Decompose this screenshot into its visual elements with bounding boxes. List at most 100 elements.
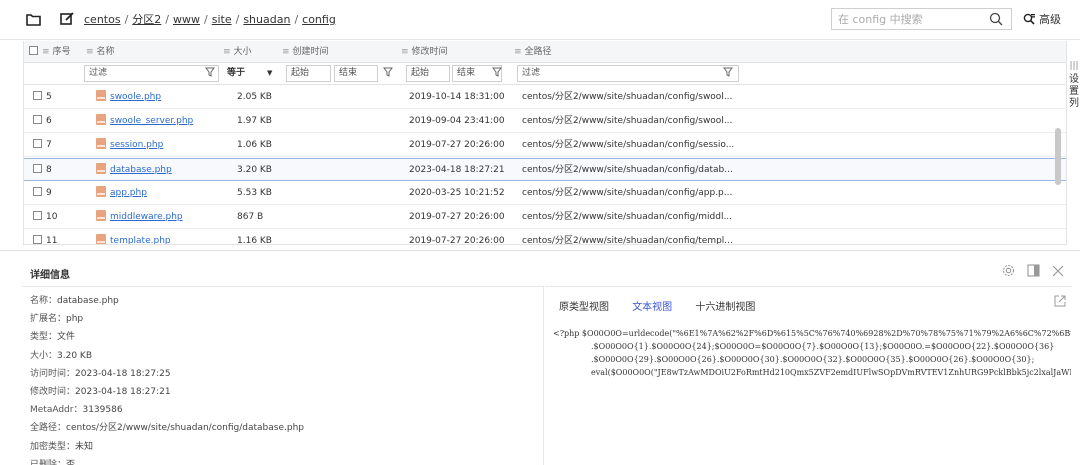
close-icon[interactable] <box>1052 265 1064 277</box>
breadcrumb-item[interactable]: 分区2 <box>132 13 161 26</box>
row-index: 8 <box>33 159 52 182</box>
php-file-icon <box>96 163 106 174</box>
row-checkbox[interactable] <box>33 211 42 220</box>
property-key: 扩展名： <box>30 314 67 325</box>
created-end-input[interactable]: 结束 <box>334 65 378 82</box>
breadcrumb-item[interactable]: www <box>173 13 200 26</box>
php-file-icon <box>96 90 106 101</box>
size-operator-select[interactable]: 等于 ▼ <box>222 65 279 82</box>
created-start-input[interactable]: 起始 <box>286 65 331 82</box>
file-link[interactable]: database.php <box>110 165 172 175</box>
search-input[interactable] <box>832 9 982 29</box>
table-row[interactable]: 7 session.php 1.06 KB 2019-07-27 20:26:00 ce… <box>24 134 1066 157</box>
detail-header: 详细信息 <box>22 263 1072 283</box>
row-checkbox[interactable] <box>33 235 42 244</box>
filter-icon[interactable] <box>383 67 393 77</box>
table-row[interactable]: 6 swoole_server.php 1.97 KB 2019-09-04 23:4… <box>24 110 1066 133</box>
table-row[interactable]: 11 template.php 1.16 KB 2019-07-27 20:26:00… <box>24 230 1066 245</box>
table-row[interactable]: 9 app.php 5.53 KB 2020-03-25 10:21:52 centos… <box>24 182 1066 205</box>
select-all-checkbox[interactable] <box>29 46 38 55</box>
split-panel-icon[interactable] <box>1027 264 1040 277</box>
file-link[interactable]: app.php <box>110 188 147 198</box>
breadcrumb-item[interactable]: centos <box>84 13 121 26</box>
php-file-icon <box>96 234 106 244</box>
row-checkbox[interactable] <box>33 187 42 196</box>
advanced-search-button[interactable]: 高级 <box>1023 11 1061 27</box>
gear-icon[interactable] <box>1002 264 1015 277</box>
divider <box>0 250 1080 251</box>
row-name: middleware.php <box>96 206 183 229</box>
row-name: session.php <box>96 134 163 157</box>
folder-icon[interactable] <box>26 13 41 26</box>
edit-icon[interactable] <box>60 11 75 26</box>
file-link[interactable]: swoole_server.php <box>110 116 193 126</box>
table-row[interactable]: 5 swoole.php 2.05 KB 2019-10-14 18:31:00 cen… <box>24 86 1066 109</box>
row-checkbox[interactable] <box>33 91 42 100</box>
code-preview: <?php $O00O0O=urldecode("%6E1%7A%62%2F%6… <box>553 327 1071 379</box>
row-checkbox[interactable] <box>33 164 42 173</box>
row-name: swoole.php <box>96 86 161 109</box>
tab-text-view[interactable]: 文本视图 <box>632 302 672 313</box>
tab-hex-view[interactable]: 十六进制视图 <box>695 302 755 313</box>
row-fullpath: centos/分区2/www/site/shuadan/config/swool… <box>522 116 733 126</box>
table-row[interactable]: 8 database.php 3.20 KB 2023-04-18 18:27:21 c… <box>24 158 1066 182</box>
external-open-icon[interactable] <box>1054 295 1066 307</box>
fullpath-filter-input[interactable]: 过滤 <box>517 65 739 82</box>
filter-icon[interactable] <box>723 67 733 77</box>
header-modified[interactable]: ≡ 修改时间 <box>401 41 448 63</box>
row-modified: 2019-07-27 20:26:00 <box>409 236 505 245</box>
toolbar: centos/分区2/www/site/shuadan/config 高级 <box>0 0 1080 40</box>
header-name[interactable]: ≡ 名称 <box>86 41 115 63</box>
code-line: <?php $O00O0O=urldecode("%6E1%7A%62%2F%6… <box>553 329 1071 338</box>
detail-preview: 原类型视图 文本视图 十六进制视图 <?php $O00O0O=urldecod… <box>545 286 1072 465</box>
property-field: 修改时间：2023-04-18 18:27:21 <box>30 384 171 397</box>
file-link[interactable]: swoole.php <box>110 92 161 102</box>
row-size: 867 B <box>237 212 264 222</box>
property-value: 3139586 <box>82 405 123 416</box>
header-size[interactable]: ≡ 大小 <box>223 41 252 63</box>
property-field: 类型：文件 <box>30 329 75 342</box>
header-created[interactable]: ≡ 创建时间 <box>282 41 329 63</box>
row-index: 11 <box>33 230 57 244</box>
file-link[interactable]: middleware.php <box>110 212 183 222</box>
header-index[interactable]: ≡ 序号 <box>29 41 71 63</box>
row-fullpath: centos/分区2/www/site/shuadan/config/middl… <box>522 212 733 222</box>
breadcrumb-item[interactable]: site <box>212 13 232 26</box>
property-key: 修改时间： <box>30 387 76 397</box>
advanced-search-icon <box>1023 13 1035 25</box>
breadcrumb-item[interactable]: shuadan <box>243 13 290 26</box>
vertical-scrollbar[interactable] <box>1055 128 1061 185</box>
file-link[interactable]: template.php <box>110 236 171 244</box>
filter-row: 过滤 等于 ▼ 起始 结束 起始 结束 过滤 <box>24 63 1066 85</box>
row-fullpath: centos/分区2/www/site/shuadan/config/templ… <box>522 236 733 245</box>
column-settings-button[interactable]: ||| 设置列 <box>1068 60 1080 110</box>
filter-icon[interactable] <box>205 67 215 77</box>
name-filter-input[interactable]: 过滤 <box>84 65 219 82</box>
row-modified: 2019-09-04 23:41:00 <box>409 116 505 126</box>
file-link[interactable]: session.php <box>110 140 163 150</box>
view-tabs: 原类型视图 文本视图 十六进制视图 <box>559 298 775 313</box>
property-field: 已删除：否 <box>30 457 75 465</box>
detail-properties: 名称：database.php 扩展名：php 类型：文件 大小：3.20 KB 访问时… <box>22 286 544 465</box>
property-value: 未知 <box>75 441 94 452</box>
property-field: 全路径：centos/分区2/www/site/shuadan/config/d… <box>30 420 304 433</box>
table-row[interactable]: 10 middleware.php 867 B 2019-07-27 20:26:00… <box>24 206 1066 229</box>
modified-start-input[interactable]: 起始 <box>406 65 450 82</box>
breadcrumb-item[interactable]: config <box>302 13 336 26</box>
filter-icon[interactable] <box>492 67 502 77</box>
property-value: 否 <box>66 459 76 465</box>
property-key: 名称： <box>30 296 58 306</box>
property-key: MetaAddr： <box>30 405 83 416</box>
search-icon[interactable] <box>989 12 1003 26</box>
tab-raw-view[interactable]: 原类型视图 <box>559 302 609 313</box>
detail-title: 详细信息 <box>30 270 70 281</box>
header-fullpath[interactable]: ≡ 全路径 <box>514 41 552 63</box>
row-checkbox[interactable] <box>33 139 42 148</box>
row-index: 5 <box>33 86 52 109</box>
row-name: database.php <box>96 159 172 182</box>
property-key: 大小： <box>30 350 58 361</box>
php-file-icon <box>96 186 106 197</box>
row-checkbox[interactable] <box>33 115 42 124</box>
php-file-icon <box>96 138 106 149</box>
property-value: php <box>66 314 84 325</box>
